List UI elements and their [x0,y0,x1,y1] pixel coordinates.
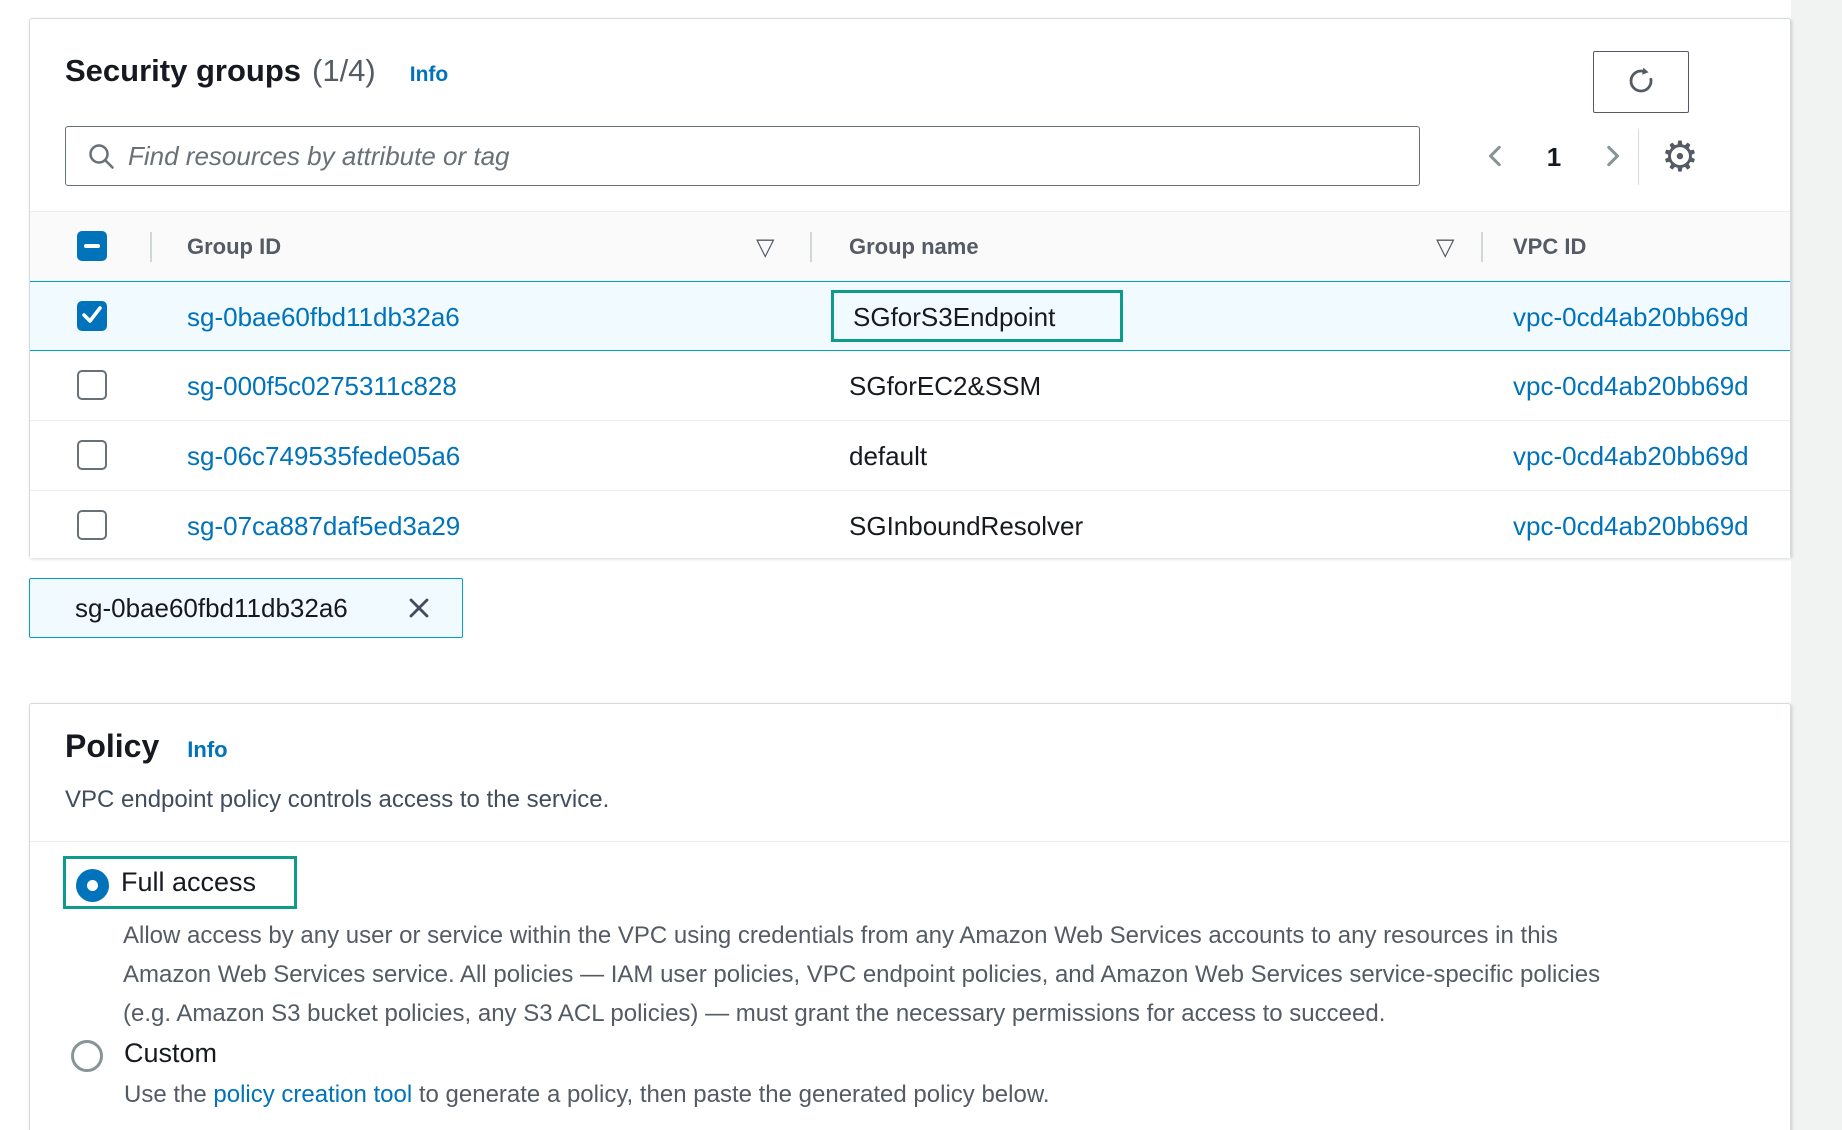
column-divider [150,232,152,262]
group-name: SGforEC2&SSM [849,351,1041,421]
custom-label[interactable]: Custom [124,1031,217,1075]
full-access-label[interactable]: Full access [121,856,256,909]
table-row[interactable]: sg-000f5c0275311c828 SGforEC2&SSM vpc-0c… [30,351,1790,421]
custom-description-suffix: to generate a policy, then paste the gen… [412,1081,1049,1108]
column-header-group-id[interactable]: Group ID [187,212,281,282]
policy-creation-tool-link[interactable]: policy creation tool [213,1081,412,1108]
sort-icon-group-id[interactable]: ▽ [756,212,774,282]
full-access-description-line: (e.g. Amazon S3 bucket policies, any S3 … [123,999,1385,1029]
chevron-left-icon [1483,143,1509,172]
group-id-link[interactable]: sg-0bae60fbd11db32a6 [187,282,460,352]
group-id-link[interactable]: sg-000f5c0275311c828 [187,351,457,421]
policy-subtitle: VPC endpoint policy controls access to t… [65,786,609,814]
refresh-button[interactable] [1593,51,1689,113]
security-groups-selected-count: (1/4) [312,53,376,89]
vpc-id-link[interactable]: vpc-0cd4ab20bb69d [1513,351,1789,421]
policy-titlebar: Policy Info [65,728,228,765]
column-header-group-name[interactable]: Group name [849,212,979,282]
section-divider [30,841,1790,842]
column-divider [1481,232,1483,262]
refresh-icon [1625,65,1657,100]
table-header: Group ID ▽ Group name ▽ VPC ID [30,211,1790,281]
security-groups-title: Security groups [65,53,301,89]
search-box [65,126,1420,186]
sort-icon-group-name[interactable]: ▽ [1436,212,1454,282]
close-icon [404,611,434,626]
token-close-button[interactable] [404,593,434,623]
right-gutter [1791,0,1842,1130]
settings-button[interactable]: ⚙ [1652,129,1708,185]
table-row[interactable]: sg-0bae60fbd11db32a6 SGforS3Endpoint vpc… [30,281,1790,351]
row-checkbox-checked[interactable] [77,301,107,331]
group-id-link[interactable]: sg-07ca887daf5ed3a29 [187,491,460,561]
security-groups-titlebar: Security groups (1/4) Info [65,53,448,89]
column-divider [810,232,812,262]
group-name: default [849,421,927,491]
pager-divider [1638,129,1639,185]
full-access-description-line: Allow access by any user or service with… [123,921,1558,951]
check-icon [77,299,107,334]
column-header-vpc-id: VPC ID [1513,212,1586,282]
select-all-checkbox[interactable] [77,231,107,261]
row-checkbox[interactable] [77,440,107,470]
group-name: SGforS3Endpoint [853,282,1055,352]
chevron-right-icon [1599,143,1625,172]
selected-group-token: sg-0bae60fbd11db32a6 [29,578,463,638]
table-row[interactable]: sg-07ca887daf5ed3a29 SGInboundResolver v… [30,491,1790,558]
full-access-description-line: Amazon Web Services service. All policie… [123,960,1600,990]
full-access-radio[interactable] [76,869,109,902]
policy-info-link[interactable]: Info [187,737,227,763]
custom-description: Use the policy creation tool to generate… [124,1081,1050,1109]
row-checkbox[interactable] [77,510,107,540]
previous-page-button[interactable] [1476,137,1516,177]
vpc-id-link[interactable]: vpc-0cd4ab20bb69d [1513,282,1789,352]
token-label: sg-0bae60fbd11db32a6 [75,579,348,637]
search-input[interactable] [126,129,1405,183]
vpc-endpoint-page: Security groups (1/4) Info [0,0,1842,1130]
indeterminate-mark [84,244,100,248]
security-groups-panel: Security groups (1/4) Info [29,18,1791,558]
vpc-id-link[interactable]: vpc-0cd4ab20bb69d [1513,491,1789,561]
policy-title: Policy [65,728,159,765]
gear-icon: ⚙ [1652,129,1708,185]
current-page: 1 [1532,137,1576,177]
custom-radio[interactable] [71,1040,103,1072]
row-checkbox[interactable] [77,370,107,400]
security-groups-info-link[interactable]: Info [410,63,448,87]
vpc-id-link[interactable]: vpc-0cd4ab20bb69d [1513,421,1789,491]
group-name: SGInboundResolver [849,491,1083,561]
group-id-link[interactable]: sg-06c749535fede05a6 [187,421,460,491]
next-page-button[interactable] [1592,137,1632,177]
policy-panel: Policy Info VPC endpoint policy controls… [29,703,1791,1130]
table-row[interactable]: sg-06c749535fede05a6 default vpc-0cd4ab2… [30,421,1790,491]
custom-description-prefix: Use the [124,1081,213,1108]
